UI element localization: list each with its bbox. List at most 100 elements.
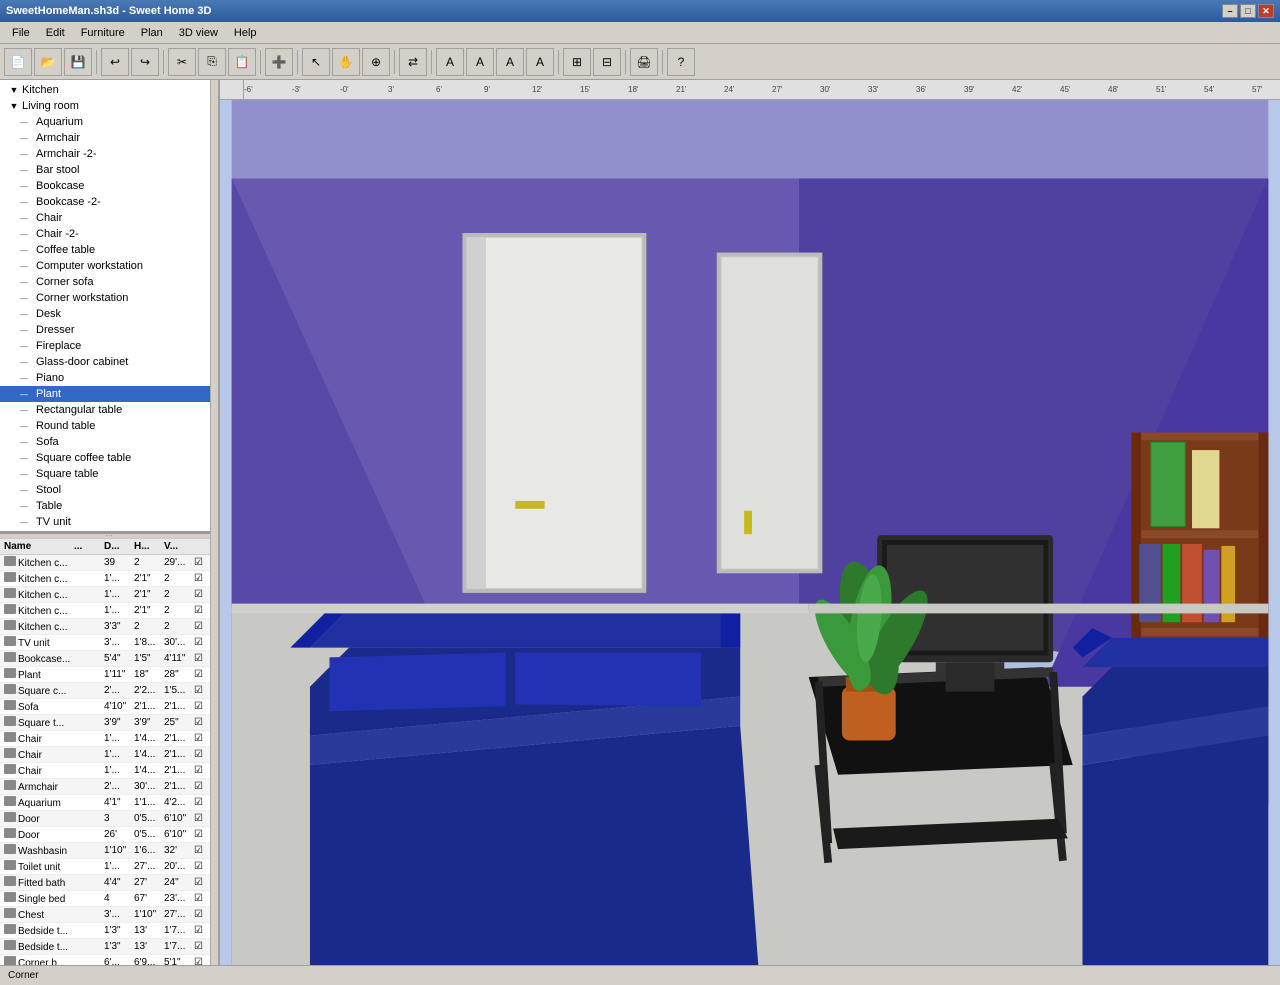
props-text-2-0: Kitchen c... <box>18 590 67 601</box>
toolbar-btn-5[interactable]: ↪ <box>131 48 159 76</box>
props-row-11[interactable]: Chair1'...1'4...2'1...☑ <box>0 731 218 747</box>
toolbar-btn-4[interactable]: ↩ <box>101 48 129 76</box>
props-row-22[interactable]: Chest3'...1'10"27'...☑ <box>0 907 218 923</box>
menu-plan[interactable]: Plan <box>133 25 171 41</box>
tree-item-living-room[interactable]: ▼Living room <box>0 98 218 114</box>
props-text-7-0: Plant <box>18 670 41 681</box>
tree-item-corner-sofa[interactable]: —Corner sofa <box>0 274 218 290</box>
props-row-2[interactable]: Kitchen c...1'...2'1"2☑ <box>0 587 218 603</box>
props-row-3[interactable]: Kitchen c...1'...2'1"2☑ <box>0 603 218 619</box>
toolbar: 📄📂💾↩↪✂⎘📋➕↖✋⊕⇄AAAA⊞⊟🖨? <box>0 44 1280 80</box>
toolbar-btn-13[interactable]: ↖ <box>302 48 330 76</box>
toolbar-btn-19[interactable]: A <box>436 48 464 76</box>
toolbar-btn-8[interactable]: ⎘ <box>198 48 226 76</box>
props-cell-14-3: 30'... <box>134 781 164 792</box>
tree-item-fireplace[interactable]: —Fireplace <box>0 338 218 354</box>
toolbar-btn-25[interactable]: ⊟ <box>593 48 621 76</box>
props-row-4[interactable]: Kitchen c...3'3"22☑ <box>0 619 218 635</box>
props-panel[interactable]: Name...D...H...V...Kitchen c...39229'...… <box>0 539 218 985</box>
tree-item-chair--2-[interactable]: —Chair -2- <box>0 226 218 242</box>
tree-item-aquarium[interactable]: —Aquarium <box>0 114 218 130</box>
props-row-15[interactable]: Aquarium4'1"1'1...4'2...☑ <box>0 795 218 811</box>
props-row-21[interactable]: Single bed467'23'...☑ <box>0 891 218 907</box>
tree-item-bookcase[interactable]: —Bookcase <box>0 178 218 194</box>
tree-item-tv-unit[interactable]: —TV unit <box>0 514 218 530</box>
minimize-button[interactable]: – <box>1222 4 1238 18</box>
props-row-10[interactable]: Square t...3'9"3'9"25"☑ <box>0 715 218 731</box>
tree-item-square-coffee-table[interactable]: —Square coffee table <box>0 450 218 466</box>
toolbar-btn-21[interactable]: A <box>496 48 524 76</box>
tree-item-computer-workstation[interactable]: —Computer workstation <box>0 258 218 274</box>
tree-item-glass-door-cabinet[interactable]: —Glass-door cabinet <box>0 354 218 370</box>
toolbar-btn-9[interactable]: 📋 <box>228 48 256 76</box>
tree-item-chair[interactable]: —Chair <box>0 210 218 226</box>
tree-view[interactable]: ▼Kitchen▼Living room—Aquarium—Armchair—A… <box>0 80 218 533</box>
props-row-6[interactable]: Bookcase...5'4"1'5"4'11"☑ <box>0 651 218 667</box>
toolbar-btn-17[interactable]: ⇄ <box>399 48 427 76</box>
props-row-16[interactable]: Door30'5...6'10"☑ <box>0 811 218 827</box>
tree-item-square-table[interactable]: —Square table <box>0 466 218 482</box>
props-row-8[interactable]: Square c...2'...2'2...1'5...☑ <box>0 683 218 699</box>
close-button[interactable]: ✕ <box>1258 4 1274 18</box>
props-cell-17-3: 0'5... <box>134 829 164 840</box>
tree-item-bookcase--2-[interactable]: —Bookcase -2- <box>0 194 218 210</box>
toolbar-btn-22[interactable]: A <box>526 48 554 76</box>
props-row-24[interactable]: Bedside t...1'3"13'1'7...☑ <box>0 939 218 955</box>
tree-item-stool[interactable]: —Stool <box>0 482 218 498</box>
titlebar: SweetHomeMan.sh3d - Sweet Home 3D – □ ✕ <box>0 0 1280 22</box>
tree-expand-0[interactable]: ▼ <box>8 84 20 96</box>
props-row-20[interactable]: Fitted bath4'4"27'24"☑ <box>0 875 218 891</box>
menu-help[interactable]: Help <box>226 25 265 41</box>
maximize-button[interactable]: □ <box>1240 4 1256 18</box>
props-row-14[interactable]: Armchair2'...30'...2'1...☑ <box>0 779 218 795</box>
tree-expand-1[interactable]: ▼ <box>8 100 20 112</box>
props-text-19-5: ☑ <box>194 861 203 872</box>
tree-item-armchair--2-[interactable]: —Armchair -2- <box>0 146 218 162</box>
toolbar-btn-11[interactable]: ➕ <box>265 48 293 76</box>
menu-file[interactable]: File <box>4 25 38 41</box>
props-row-5[interactable]: TV unit3'...1'8...30'...☑ <box>0 635 218 651</box>
toolbar-btn-1[interactable]: 📂 <box>34 48 62 76</box>
menu-edit[interactable]: Edit <box>38 25 73 41</box>
menu-furniture[interactable]: Furniture <box>73 25 133 41</box>
toolbar-btn-27[interactable]: 🖨 <box>630 48 658 76</box>
toolbar-btn-15[interactable]: ⊕ <box>362 48 390 76</box>
viewport[interactable]: -6'-3'-0'3'6'9'12'15'18'21'24'27'30'33'3… <box>220 80 1280 985</box>
toolbar-btn-20[interactable]: A <box>466 48 494 76</box>
props-row-23[interactable]: Bedside t...1'3"13'1'7...☑ <box>0 923 218 939</box>
props-row-1[interactable]: Kitchen c...1'...2'1"2☑ <box>0 571 218 587</box>
props-row-17[interactable]: Door26'0'5...6'10"☑ <box>0 827 218 843</box>
tree-item-corner-workstation[interactable]: —Corner workstation <box>0 290 218 306</box>
props-row-19[interactable]: Toilet unit1'...27'...20'...☑ <box>0 859 218 875</box>
props-row-9[interactable]: Sofa4'10"2'1...2'1...☑ <box>0 699 218 715</box>
tree-item-piano[interactable]: —Piano <box>0 370 218 386</box>
tree-item-bar-stool[interactable]: —Bar stool <box>0 162 218 178</box>
props-row-12[interactable]: Chair1'...1'4...2'1...☑ <box>0 747 218 763</box>
props-cell-4-4: 2 <box>164 621 194 632</box>
tree-item-round-table[interactable]: —Round table <box>0 418 218 434</box>
toolbar-btn-29[interactable]: ? <box>667 48 695 76</box>
tree-item-dresser[interactable]: —Dresser <box>0 322 218 338</box>
tree-item-kitchen[interactable]: ▼Kitchen <box>0 82 218 98</box>
toolbar-btn-0[interactable]: 📄 <box>4 48 32 76</box>
toolbar-btn-7[interactable]: ✂ <box>168 48 196 76</box>
tree-item-armchair[interactable]: —Armchair <box>0 130 218 146</box>
toolbar-btn-14[interactable]: ✋ <box>332 48 360 76</box>
props-row-0[interactable]: Kitchen c...39229'...☑ <box>0 555 218 571</box>
props-row-7[interactable]: Plant1'11"18"28"☑ <box>0 667 218 683</box>
toolbar-btn-2[interactable]: 💾 <box>64 48 92 76</box>
tree-item-coffee-table[interactable]: —Coffee table <box>0 242 218 258</box>
tree-item-table[interactable]: —Table <box>0 498 218 514</box>
tree-item-sofa[interactable]: —Sofa <box>0 434 218 450</box>
props-cell-14-0: Armchair <box>4 780 74 793</box>
tree-item-rectangular-table[interactable]: —Rectangular table <box>0 402 218 418</box>
menu-3d view[interactable]: 3D view <box>171 25 226 41</box>
tree-item-desk[interactable]: —Desk <box>0 306 218 322</box>
props-row-18[interactable]: Washbasin1'10"1'6...32'☑ <box>0 843 218 859</box>
props-text-23-3: 13' <box>134 925 147 936</box>
tree-item-plant[interactable]: —Plant <box>0 386 218 402</box>
toolbar-btn-24[interactable]: ⊞ <box>563 48 591 76</box>
props-cell-7-3: 18" <box>134 669 164 680</box>
props-row-13[interactable]: Chair1'...1'4...2'1...☑ <box>0 763 218 779</box>
panel-scrollbar[interactable] <box>210 80 218 985</box>
